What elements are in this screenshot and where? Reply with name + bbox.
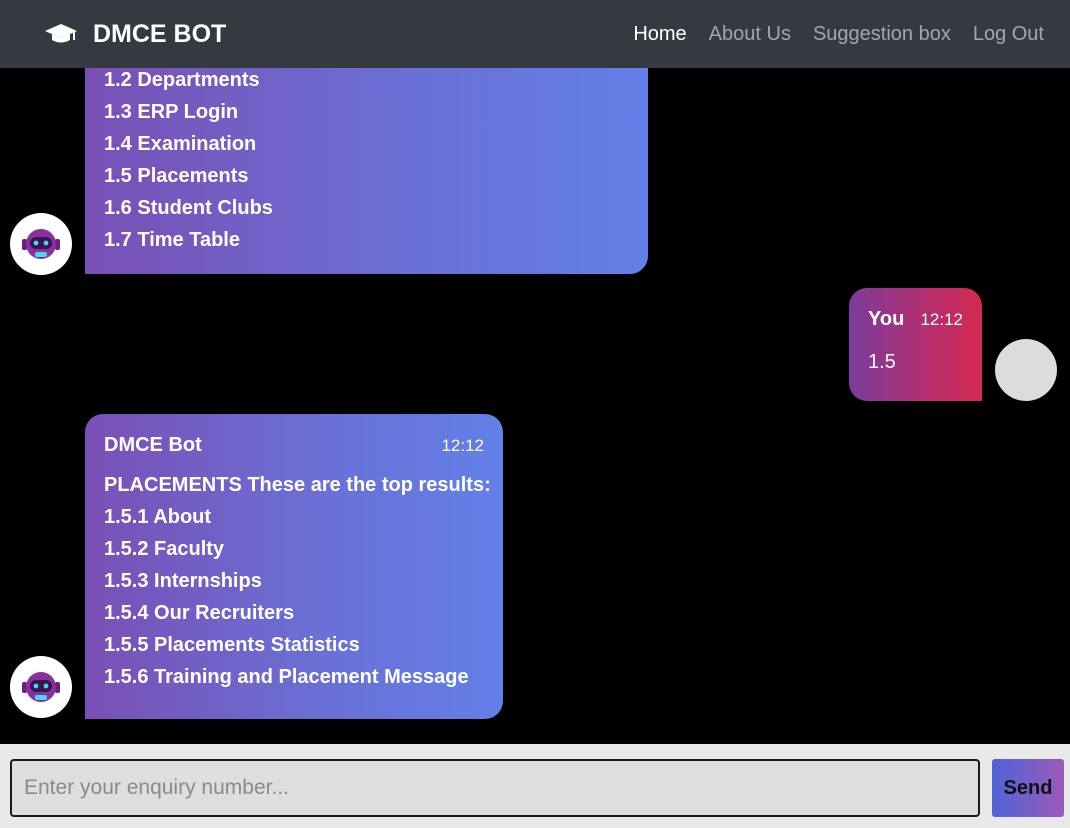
message-header: DMCE Bot 12:12 <box>104 434 484 457</box>
message-line: 1.5.4 Our Recruiters <box>104 602 295 624</box>
bot-avatar <box>10 213 72 275</box>
message-line: 1.5.1 About <box>104 506 212 528</box>
bot-message: DMCE Bot 12:12 PLACEMENTS These are the … <box>85 414 503 719</box>
robot-icon <box>22 672 60 702</box>
nav-links: Home About Us Suggestion box Log Out <box>633 23 1044 46</box>
nav-home[interactable]: Home <box>633 23 686 46</box>
message-line: 1.6 Student Clubs <box>104 197 273 219</box>
nav-log-out[interactable]: Log Out <box>973 23 1044 46</box>
message-line: 1.7 Time Table <box>104 229 240 251</box>
message-header: You 12:12 <box>868 308 963 331</box>
chat-area[interactable]: 1.2 Departments 1.3 ERP Login 1.4 Examin… <box>0 68 1070 744</box>
user-avatar <box>995 339 1057 401</box>
robot-icon <box>22 229 60 259</box>
navbar: DMCE BOT Home About Us Suggestion box Lo… <box>0 0 1070 68</box>
enquiry-input[interactable] <box>10 759 980 817</box>
message-line: 1.5 Placements <box>104 165 249 187</box>
message-text: 1.5 <box>868 351 896 373</box>
graduation-cap-icon <box>45 24 77 43</box>
brand-title: DMCE BOT <box>93 19 227 48</box>
brand[interactable]: DMCE BOT <box>44 20 226 49</box>
message-line: 1.4 Examination <box>104 133 257 155</box>
message-line: 1.5.3 Internships <box>104 570 262 592</box>
message-line: 1.5.6 Training and Placement Message <box>104 666 469 688</box>
nav-suggestion-box[interactable]: Suggestion box <box>813 23 951 46</box>
bot-message: 1.2 Departments 1.3 ERP Login 1.4 Examin… <box>85 68 648 274</box>
composer: Send <box>0 744 1070 828</box>
message-line: 1.5.5 Placements Statistics <box>104 634 360 656</box>
message-line: 1.2 Departments <box>104 69 260 91</box>
bot-avatar <box>10 656 72 718</box>
sender-name: DMCE Bot <box>104 434 202 456</box>
message-line: 1.5.2 Faculty <box>104 538 225 560</box>
message-time: 12:12 <box>920 309 963 329</box>
user-message: You 12:12 1.5 <box>849 288 982 401</box>
nav-about-us[interactable]: About Us <box>709 23 791 46</box>
send-button[interactable]: Send <box>992 759 1064 817</box>
message-line: 1.3 ERP Login <box>104 101 239 123</box>
sender-name: You <box>868 308 905 330</box>
message-time: 12:12 <box>441 435 484 455</box>
message-line: PLACEMENTS These are the top results: <box>104 474 491 496</box>
